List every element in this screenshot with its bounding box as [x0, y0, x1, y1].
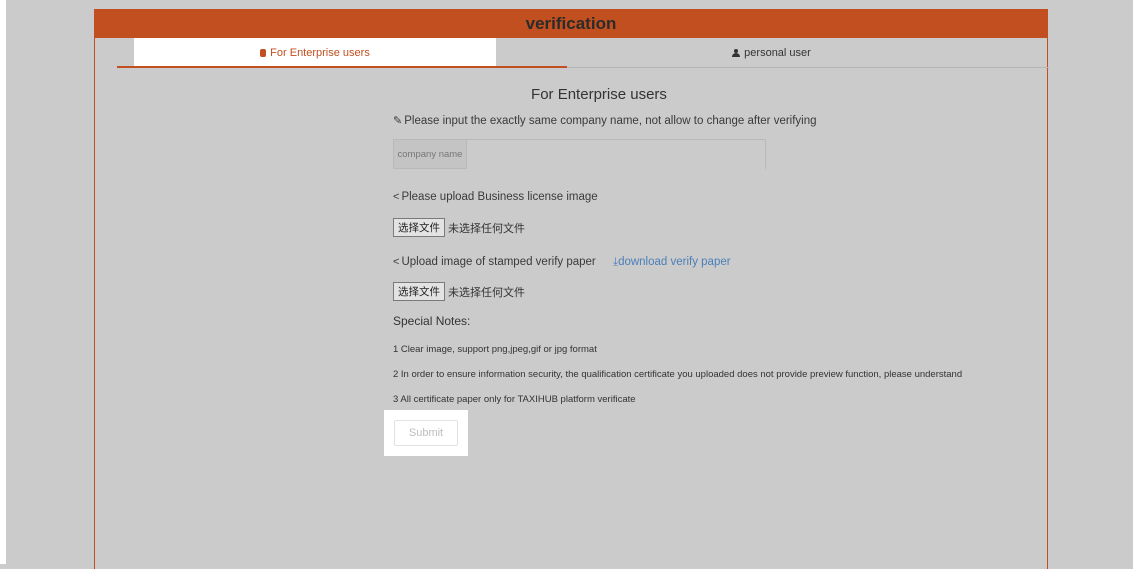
- note-item: 3 All certificate paper only for TAXIHUB…: [393, 394, 636, 405]
- notes-title-text: Special Notes:: [393, 314, 471, 328]
- tab-enterprise-label: For Enterprise users: [270, 47, 370, 59]
- submit-button[interactable]: Submit: [394, 420, 458, 446]
- tab-personal-user[interactable]: personal user: [496, 38, 1047, 68]
- license-file-row: 选择文件 未选择任何文件: [393, 218, 525, 237]
- tab-active-indicator: [117, 66, 567, 68]
- company-hint-text: Please input the exactly same company na…: [404, 115, 817, 127]
- share-icon: <: [393, 191, 400, 203]
- download-verify-paper-link[interactable]: ⤓download verify paper: [613, 256, 731, 268]
- note-item: 1 Clear image, support png,jpeg,gif or j…: [393, 344, 597, 355]
- notes-title: Special Notes:: [393, 314, 470, 328]
- company-name-group: company name: [393, 139, 766, 170]
- tab-enterprise-users[interactable]: For Enterprise users: [134, 38, 496, 68]
- company-hint: ✎ Please input the exactly same company n…: [393, 114, 817, 127]
- download-link-text: download verify paper: [618, 256, 731, 268]
- company-name-addon: company name: [394, 140, 467, 168]
- stamped-label: < Upload image of stamped verify paper ⤓d…: [393, 256, 731, 269]
- pencil-icon: ✎: [393, 115, 403, 127]
- form-title: For Enterprise users: [531, 86, 667, 103]
- page-title: verification: [94, 9, 1048, 38]
- database-icon: [260, 49, 267, 57]
- company-name-input[interactable]: [467, 140, 765, 170]
- tab-bar: For Enterprise users personal user: [95, 38, 1047, 68]
- note-item: 2 In order to ensure information securit…: [393, 369, 963, 380]
- stamped-label-text: Upload image of stamped verify paper: [401, 256, 596, 268]
- stamped-no-file-text: 未选择任何文件: [448, 286, 525, 299]
- license-no-file-text: 未选择任何文件: [448, 222, 525, 235]
- license-label: < Please upload Business license image: [393, 191, 598, 203]
- stamped-choose-file-button[interactable]: 选择文件: [393, 282, 445, 301]
- stamped-file-row: 选择文件 未选择任何文件: [393, 282, 525, 301]
- user-icon: [732, 49, 741, 57]
- share-icon: <: [393, 256, 400, 268]
- tab-personal-label: personal user: [744, 47, 811, 59]
- submit-wrapper: Submit: [384, 410, 468, 456]
- license-label-text: Please upload Business license image: [401, 191, 598, 203]
- license-choose-file-button[interactable]: 选择文件: [393, 218, 445, 237]
